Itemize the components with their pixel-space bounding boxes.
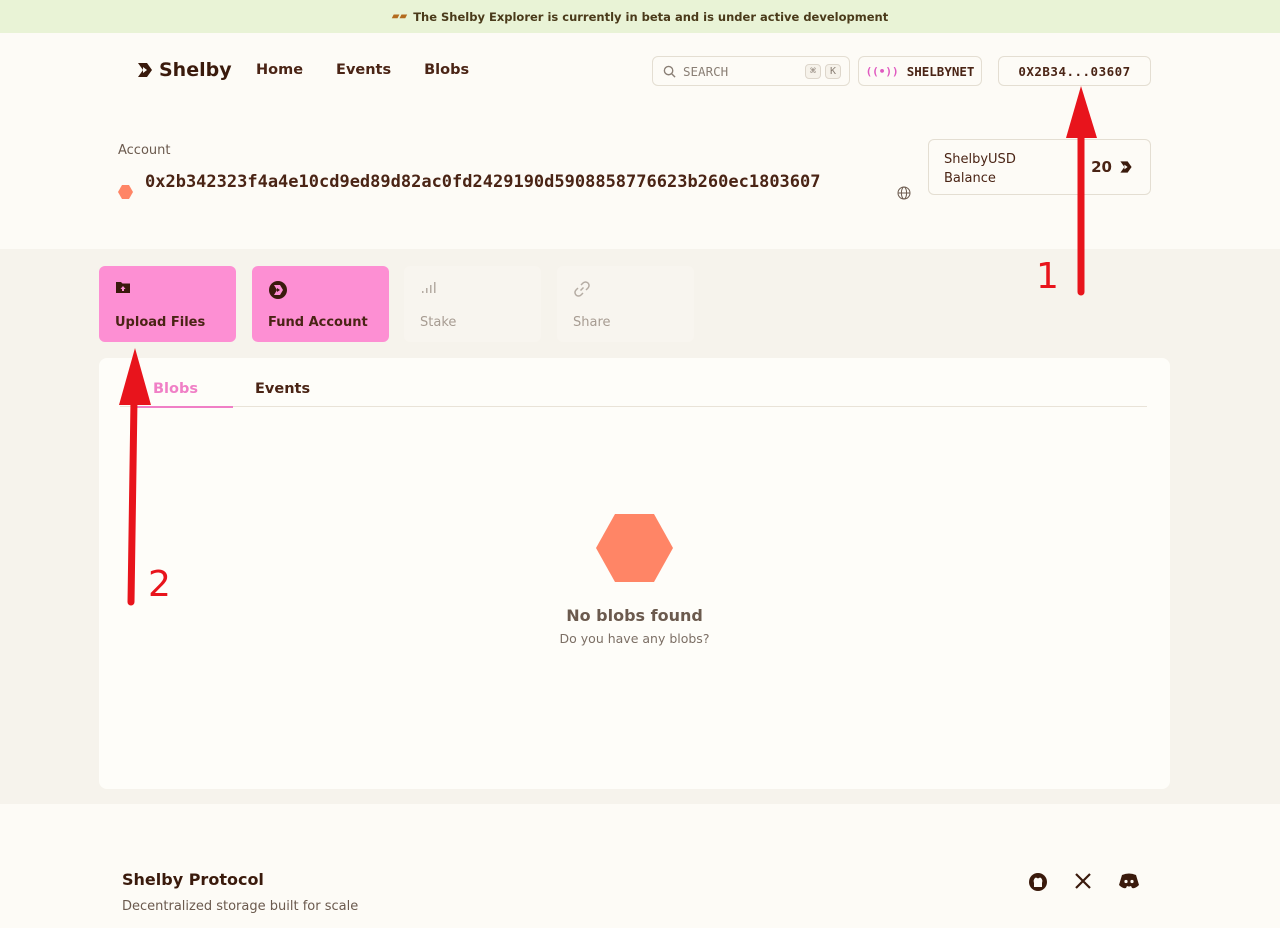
banner-text: The Shelby Explorer is currently in beta… (413, 9, 889, 24)
account-label: Account (118, 143, 171, 158)
nav-home[interactable]: Home (256, 62, 303, 78)
link-icon (574, 281, 590, 297)
share-button[interactable]: Share (557, 266, 694, 342)
discord-icon[interactable] (1118, 872, 1140, 892)
fund-account-label: Fund Account (268, 315, 368, 330)
wallet-address-button[interactable]: 0X2B34...03607 (998, 56, 1151, 86)
balance-value: 20 (1091, 158, 1112, 176)
github-icon[interactable] (1028, 872, 1048, 892)
annotation-number-2: 2 (148, 564, 171, 605)
warning-stripes-icon: ▰▰ (391, 11, 408, 22)
tab-events[interactable]: Events (255, 381, 310, 397)
tab-bar: Blobs Events (120, 358, 1147, 408)
balance-amount: 20 (1091, 158, 1134, 176)
shelby-logo-icon (269, 281, 287, 299)
stake-label: Stake (420, 315, 457, 330)
main-nav: Home Events Blobs (256, 62, 502, 78)
main-content: Upload Files Fund Account Stake Share Bl… (0, 249, 1280, 804)
globe-icon[interactable] (897, 186, 911, 200)
fund-account-button[interactable]: Fund Account (252, 266, 389, 342)
upload-files-button[interactable]: Upload Files (99, 266, 236, 342)
share-label: Share (573, 315, 611, 330)
annotation-number-1: 1 (1036, 256, 1059, 297)
top-header: Shelby Home Events Blobs SEARCH ⌘ K ((•)… (0, 33, 1280, 108)
social-links (1028, 872, 1140, 892)
account-address: 0x2b342323f4a4e10cd9ed89d82ac0fd2429190d… (145, 172, 821, 192)
signal-bars-icon (422, 282, 436, 293)
upload-files-label: Upload Files (115, 315, 206, 330)
blobs-panel: Blobs Events No blobs found Do you have … (99, 358, 1170, 789)
search-input[interactable]: SEARCH ⌘ K (652, 56, 850, 86)
tab-blobs[interactable]: Blobs (133, 381, 233, 408)
network-name: SHELBYNET (906, 63, 975, 79)
stake-button[interactable]: Stake (404, 266, 541, 342)
shortcut-cmd-key: ⌘ (804, 63, 821, 79)
shelby-logo[interactable]: Shelby (135, 59, 232, 81)
footer-subtitle: Decentralized storage built for scale (122, 899, 359, 914)
logo-text: Shelby (159, 59, 232, 81)
shortcut-k-key: K (824, 63, 841, 79)
shelby-token-icon (1120, 161, 1132, 173)
beta-banner: ▰▰ The Shelby Explorer is currently in b… (0, 0, 1280, 33)
footer-title: Shelby Protocol (122, 870, 264, 889)
empty-state-title: No blobs found (566, 606, 703, 625)
account-section: Account 0x2b342323f4a4e10cd9ed89d82ac0fd… (0, 108, 1280, 249)
search-placeholder: SEARCH (683, 63, 729, 79)
search-icon (663, 65, 676, 78)
balance-card: ShelbyUSD Balance 20 (928, 139, 1151, 195)
empty-hexagon-icon (596, 514, 673, 582)
broadcast-icon: ((•)) (865, 64, 899, 78)
folder-upload-icon (116, 282, 130, 293)
footer: Shelby Protocol Decentralized storage bu… (0, 804, 1280, 928)
empty-state-subtitle: Do you have any blobs? (559, 631, 710, 646)
wallet-address: 0X2B34...03607 (1018, 63, 1131, 79)
shelby-logo-icon (138, 63, 152, 77)
nav-blobs[interactable]: Blobs (424, 62, 469, 78)
network-selector[interactable]: ((•)) SHELBYNET (858, 56, 982, 86)
account-hexagon-icon (118, 185, 133, 199)
balance-label: ShelbyUSD Balance (944, 152, 1016, 186)
x-twitter-icon[interactable] (1074, 872, 1092, 892)
nav-events[interactable]: Events (336, 62, 391, 78)
